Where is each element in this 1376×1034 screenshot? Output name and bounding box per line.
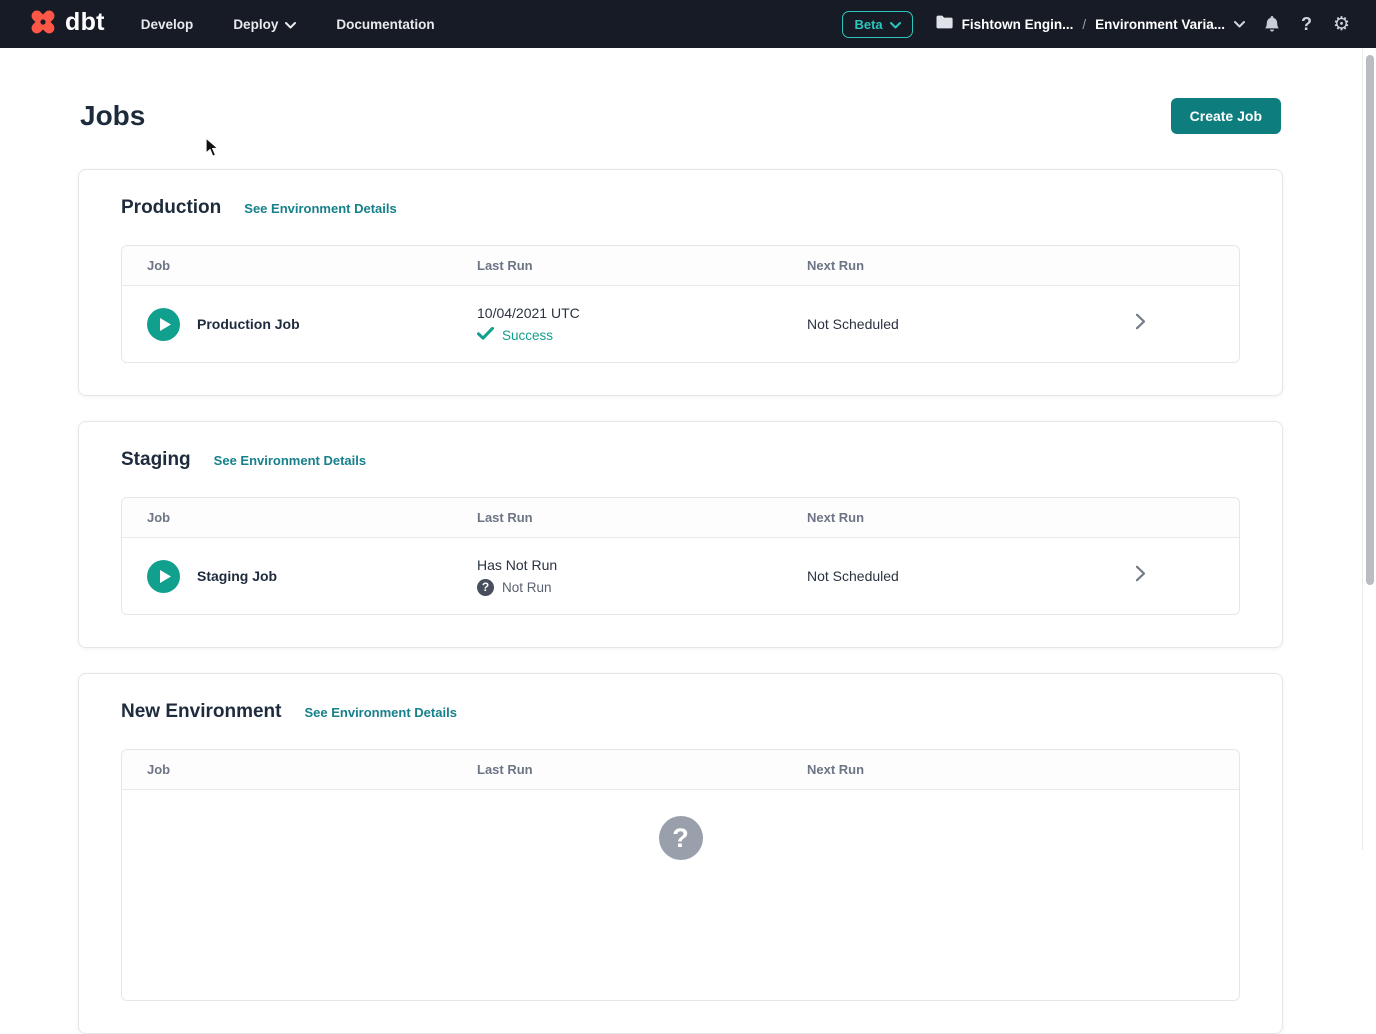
breadcrumb-page[interactable]: Environment Varia... [1095,17,1225,32]
column-header-last-run: Last Run [477,762,807,777]
chevron-down-icon [890,17,901,32]
scrollbar-thumb[interactable] [1366,55,1374,585]
chevron-down-icon [285,17,296,32]
job-row-production[interactable]: Production Job 10/04/2021 UTC Success No… [122,286,1239,362]
last-run-date: 10/04/2021 UTC [477,305,807,321]
breadcrumb-account[interactable]: Fishtown Engin... [962,17,1074,32]
last-run-date: Has Not Run [477,557,807,573]
nav-deploy[interactable]: Deploy [233,17,296,32]
environment-name: Staging [121,449,191,471]
dbt-logo-icon [28,7,58,42]
job-name: Staging Job [197,568,277,584]
nav-documentation[interactable]: Documentation [336,17,434,32]
beta-dropdown[interactable]: Beta [842,11,912,38]
see-environment-details-link[interactable]: See Environment Details [244,201,396,216]
chevron-right-icon[interactable] [1135,565,1146,587]
next-run-value: Not Scheduled [807,568,1119,584]
question-circle-icon: ? [659,816,703,860]
run-job-play-button[interactable] [147,560,180,593]
see-environment-details-link[interactable]: See Environment Details [304,705,456,720]
top-navbar: dbt Develop Deploy Documentation Beta Fi… [0,0,1376,48]
job-row-staging[interactable]: Staging Job Has Not Run ? Not Run Not Sc… [122,538,1239,614]
play-icon [159,569,172,584]
breadcrumb[interactable]: Fishtown Engin... / Environment Varia... [936,15,1245,34]
chevron-down-icon [1234,15,1245,33]
environment-name: Production [121,197,221,219]
empty-jobs-state: ? [122,790,1239,1000]
help-icon[interactable]: ? [1299,13,1314,35]
environment-card-staging: Staging See Environment Details Job Last… [78,421,1283,648]
nav-develop[interactable]: Develop [141,17,194,32]
page-title: Jobs [80,100,145,132]
create-job-button[interactable]: Create Job [1171,98,1281,134]
column-header-job: Job [122,762,477,777]
environment-name: New Environment [121,701,281,723]
jobs-table: Job Last Run Next Run Staging Job Has No… [121,497,1240,615]
environment-card-production: Production See Environment Details Job L… [78,169,1283,396]
chevron-right-icon[interactable] [1135,313,1146,335]
folder-icon [936,15,953,34]
table-header-row: Job Last Run Next Run [122,498,1239,538]
last-run-status: Success [477,327,807,343]
table-header-row: Job Last Run Next Run [122,750,1239,790]
column-header-last-run: Last Run [477,510,807,525]
check-icon [477,327,494,343]
gear-icon[interactable]: ⚙ [1331,13,1352,36]
column-header-next-run: Next Run [807,258,1119,273]
notification-bell-icon[interactable] [1262,13,1282,35]
column-header-job: Job [122,258,477,273]
jobs-table: Job Last Run Next Run ? [121,749,1240,1001]
column-header-next-run: Next Run [807,510,1119,525]
main-content: Jobs Create Job Production See Environme… [0,0,1376,1034]
breadcrumb-separator: / [1082,17,1086,32]
scrollbar-track[interactable] [1362,48,1376,850]
next-run-value: Not Scheduled [807,316,1119,332]
column-header-job: Job [122,510,477,525]
column-header-last-run: Last Run [477,258,807,273]
environment-card-new-environment: New Environment See Environment Details … [78,673,1283,1034]
job-name: Production Job [197,316,300,332]
column-header-next-run: Next Run [807,762,1119,777]
question-circle-icon: ? [477,579,494,596]
dbt-logo-text: dbt [65,10,105,35]
last-run-status: ? Not Run [477,579,807,596]
dbt-logo[interactable]: dbt [28,7,105,42]
jobs-table: Job Last Run Next Run Production Job 10/… [121,245,1240,363]
play-icon [159,317,172,332]
primary-nav: Develop Deploy Documentation [141,17,435,32]
run-job-play-button[interactable] [147,308,180,341]
table-header-row: Job Last Run Next Run [122,246,1239,286]
see-environment-details-link[interactable]: See Environment Details [214,453,366,468]
